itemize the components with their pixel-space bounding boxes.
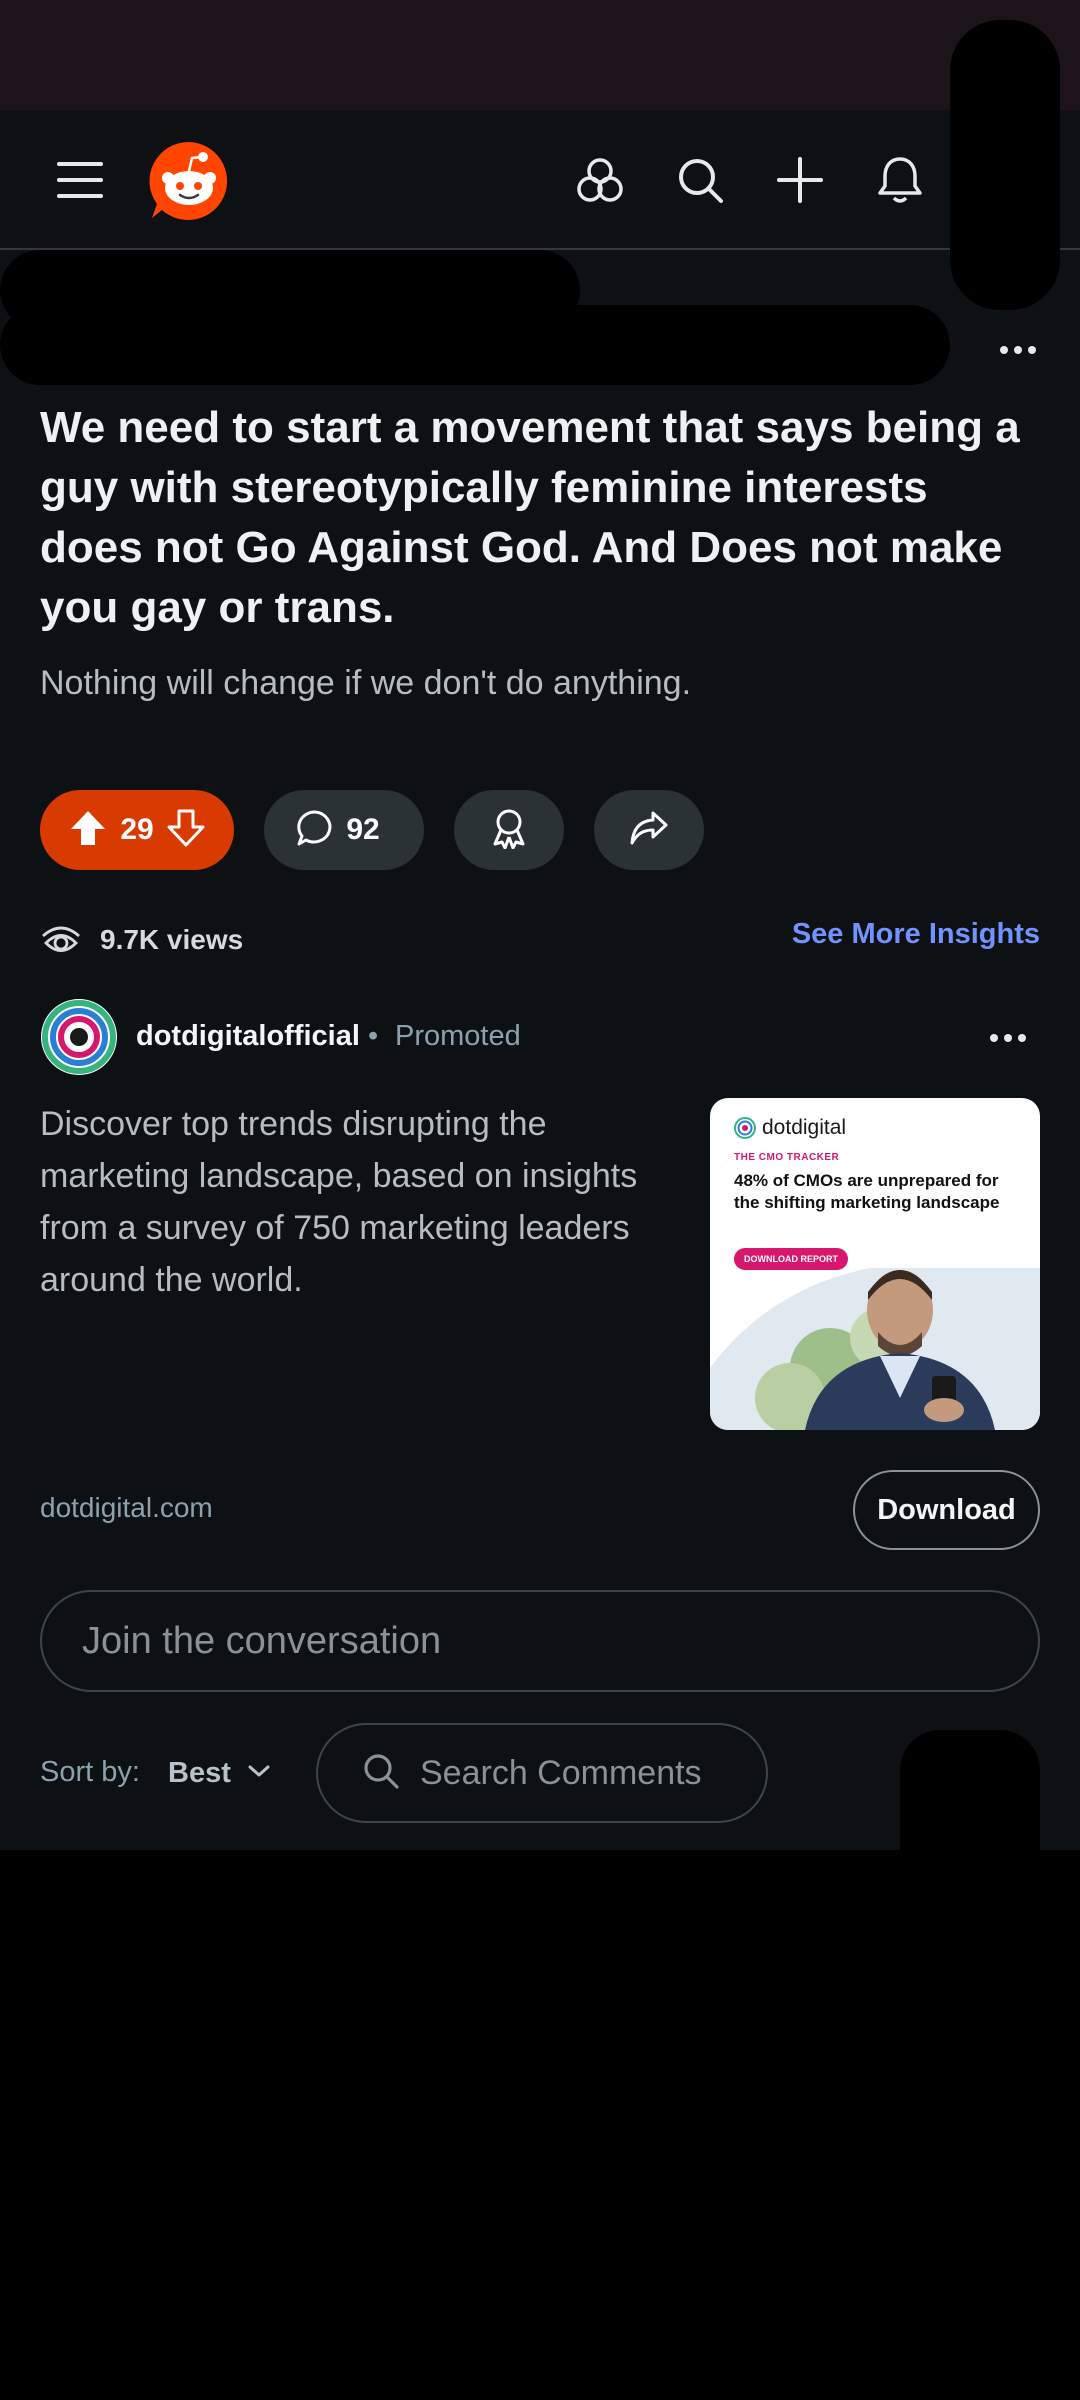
search-comments-placeholder: Search Comments [420, 1753, 702, 1792]
join-conversation-input[interactable]: Join the conversation [40, 1590, 1040, 1692]
ad-headline: 48% of CMOs are unprepared for the shift… [734, 1171, 1000, 1212]
chevron-down-icon [247, 1763, 271, 1784]
ad-brand-name: dotdigital [762, 1116, 847, 1139]
ad-text: Discover top trends disrupting the marke… [40, 1105, 638, 1299]
search-comments-input[interactable]: Search Comments [316, 1723, 768, 1823]
search-icon [362, 1752, 400, 1795]
downvote-icon[interactable] [166, 808, 206, 853]
comments-button[interactable]: 92 [264, 790, 424, 870]
share-button[interactable] [594, 790, 704, 870]
ad-kicker: THE CMO TRACKER [734, 1152, 840, 1163]
menu-icon[interactable] [40, 140, 120, 220]
games-icon[interactable] [560, 140, 640, 220]
plus-icon[interactable] [760, 140, 840, 220]
view-count: 9.7K views [100, 924, 244, 955]
ad-image[interactable]: dotdigital THE CMO TRACKER 48% of CMOs a… [710, 1098, 1040, 1430]
post-more-options-icon[interactable] [990, 335, 1046, 365]
search-icon[interactable] [660, 140, 740, 220]
separator-dot: • [368, 1020, 379, 1052]
reddit-logo[interactable] [148, 140, 230, 222]
status-bar [0, 0, 1080, 110]
see-more-insights-link[interactable]: See More Insights [792, 918, 1040, 951]
advertiser-name[interactable]: dotdigitalofficial [136, 1020, 360, 1053]
comment-icon [296, 809, 334, 852]
redacted-area [0, 1850, 1080, 2400]
ad-brand: dotdigital [734, 1116, 846, 1140]
sort-dropdown[interactable]: Best [168, 1748, 271, 1798]
views-icon [40, 918, 82, 963]
upvote-icon[interactable] [68, 808, 108, 853]
redacted-area [0, 305, 950, 385]
advertiser-avatar[interactable] [40, 998, 118, 1076]
comment-count: 92 [346, 813, 380, 846]
ad-domain[interactable]: dotdigital.com [40, 1492, 213, 1524]
download-button[interactable]: Download [853, 1470, 1040, 1550]
bell-icon[interactable] [860, 140, 940, 220]
post-body: Nothing will change if we don't do anyth… [40, 664, 692, 702]
ad-photo [710, 1268, 1040, 1430]
ad-more-options-icon[interactable] [980, 1020, 1036, 1056]
sort-value: Best [168, 1756, 231, 1789]
redacted-area [950, 20, 1060, 310]
award-icon [489, 807, 529, 854]
views-row: 9.7K views [40, 915, 243, 965]
ad-header: dotdigitalofficial • Promoted [40, 998, 1040, 1078]
promoted-label: Promoted [395, 1020, 521, 1052]
vote-pill: 29 [40, 790, 234, 870]
app-header [0, 110, 1080, 250]
share-icon [629, 810, 669, 851]
sort-label: Sort by: [40, 1756, 140, 1788]
upvote-count: 29 [120, 813, 154, 846]
award-button[interactable] [454, 790, 564, 870]
post-title: We need to start a movement that says be… [40, 403, 1020, 632]
ad-image-cta: DOWNLOAD REPORT [734, 1248, 848, 1270]
